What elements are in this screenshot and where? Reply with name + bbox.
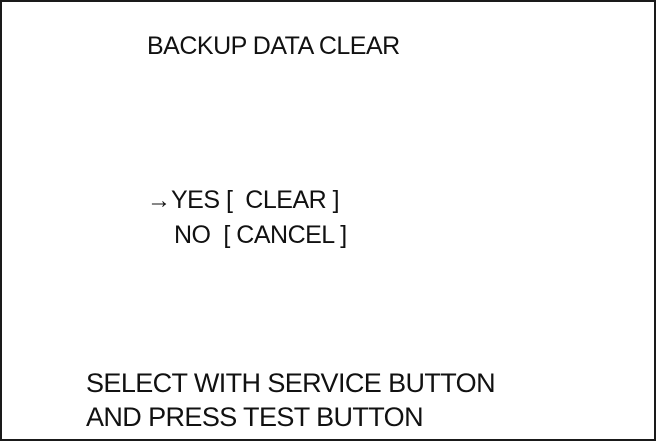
option-no-label: NO [ CANCEL ] — [174, 221, 347, 249]
instruction-line-2: AND PRESS TEST BUTTON — [86, 402, 424, 432]
screen-title: BACKUP DATA CLEAR — [147, 32, 400, 60]
instruction-line-1: SELECT WITH SERVICE BUTTON — [86, 368, 496, 398]
service-menu-screen: BACKUP DATA CLEAR →YES [ CLEAR ] NO [ CA… — [0, 0, 656, 441]
option-no-cancel[interactable]: NO [ CANCEL ] — [174, 221, 347, 250]
option-yes-clear[interactable]: →YES [ CLEAR ] — [147, 186, 340, 215]
selection-cursor-arrow-icon: → — [147, 187, 171, 214]
option-yes-label: YES [ CLEAR ] — [171, 186, 340, 214]
